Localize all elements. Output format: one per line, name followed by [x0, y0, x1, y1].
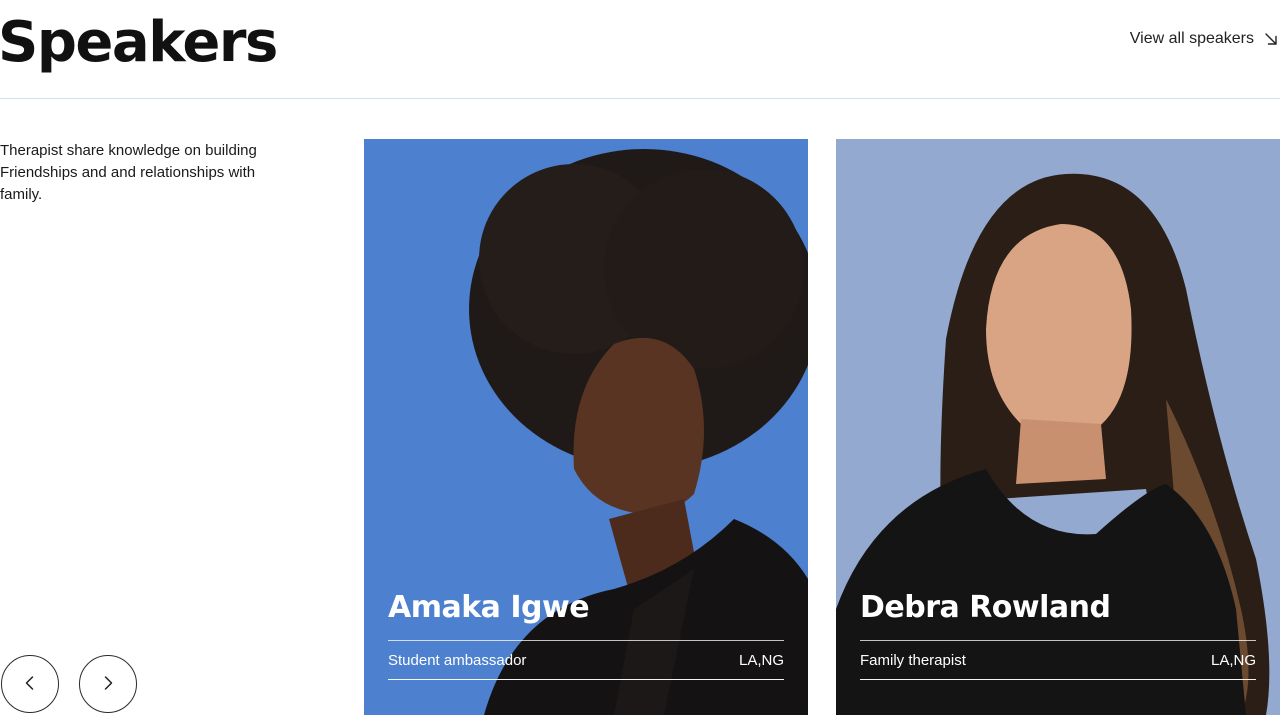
speaker-info: Amaka Igwe Student ambassador LA,NG	[388, 590, 784, 680]
chevron-right-icon	[100, 675, 116, 694]
speaker-card[interactable]: Debra Rowland Family therapist LA,NG	[836, 139, 1280, 715]
speaker-meta: Student ambassador LA,NG	[388, 640, 784, 680]
chevron-left-icon	[22, 675, 38, 694]
section-header: Speakers View all speakers	[0, 0, 1280, 99]
speaker-role: Student ambassador	[388, 651, 527, 669]
carousel-prev-button[interactable]	[1, 655, 59, 713]
page-title: Speakers	[0, 10, 278, 75]
speaker-location: LA,NG	[1210, 651, 1256, 669]
section-description: Therapist share knowledge on building Fr…	[0, 142, 257, 203]
carousel-next-button[interactable]	[79, 655, 137, 713]
speaker-location: LA,NG	[738, 651, 784, 669]
arrow-down-right-icon	[1264, 32, 1278, 46]
speaker-card[interactable]: Amaka Igwe Student ambassador LA,NG	[364, 139, 808, 715]
speaker-info: Debra Rowland Family therapist LA,NG	[860, 590, 1256, 680]
view-all-speakers-link[interactable]: View all speakers	[1130, 30, 1278, 48]
view-all-label: View all speakers	[1129, 30, 1254, 47]
speaker-role: Family therapist	[860, 651, 966, 669]
speaker-name: Debra Rowland	[860, 590, 1111, 625]
speaker-name: Amaka Igwe	[388, 590, 590, 625]
speaker-meta: Family therapist LA,NG	[860, 640, 1256, 680]
speakers-section: Speakers View all speakers Therapist sha…	[0, 0, 1280, 715]
